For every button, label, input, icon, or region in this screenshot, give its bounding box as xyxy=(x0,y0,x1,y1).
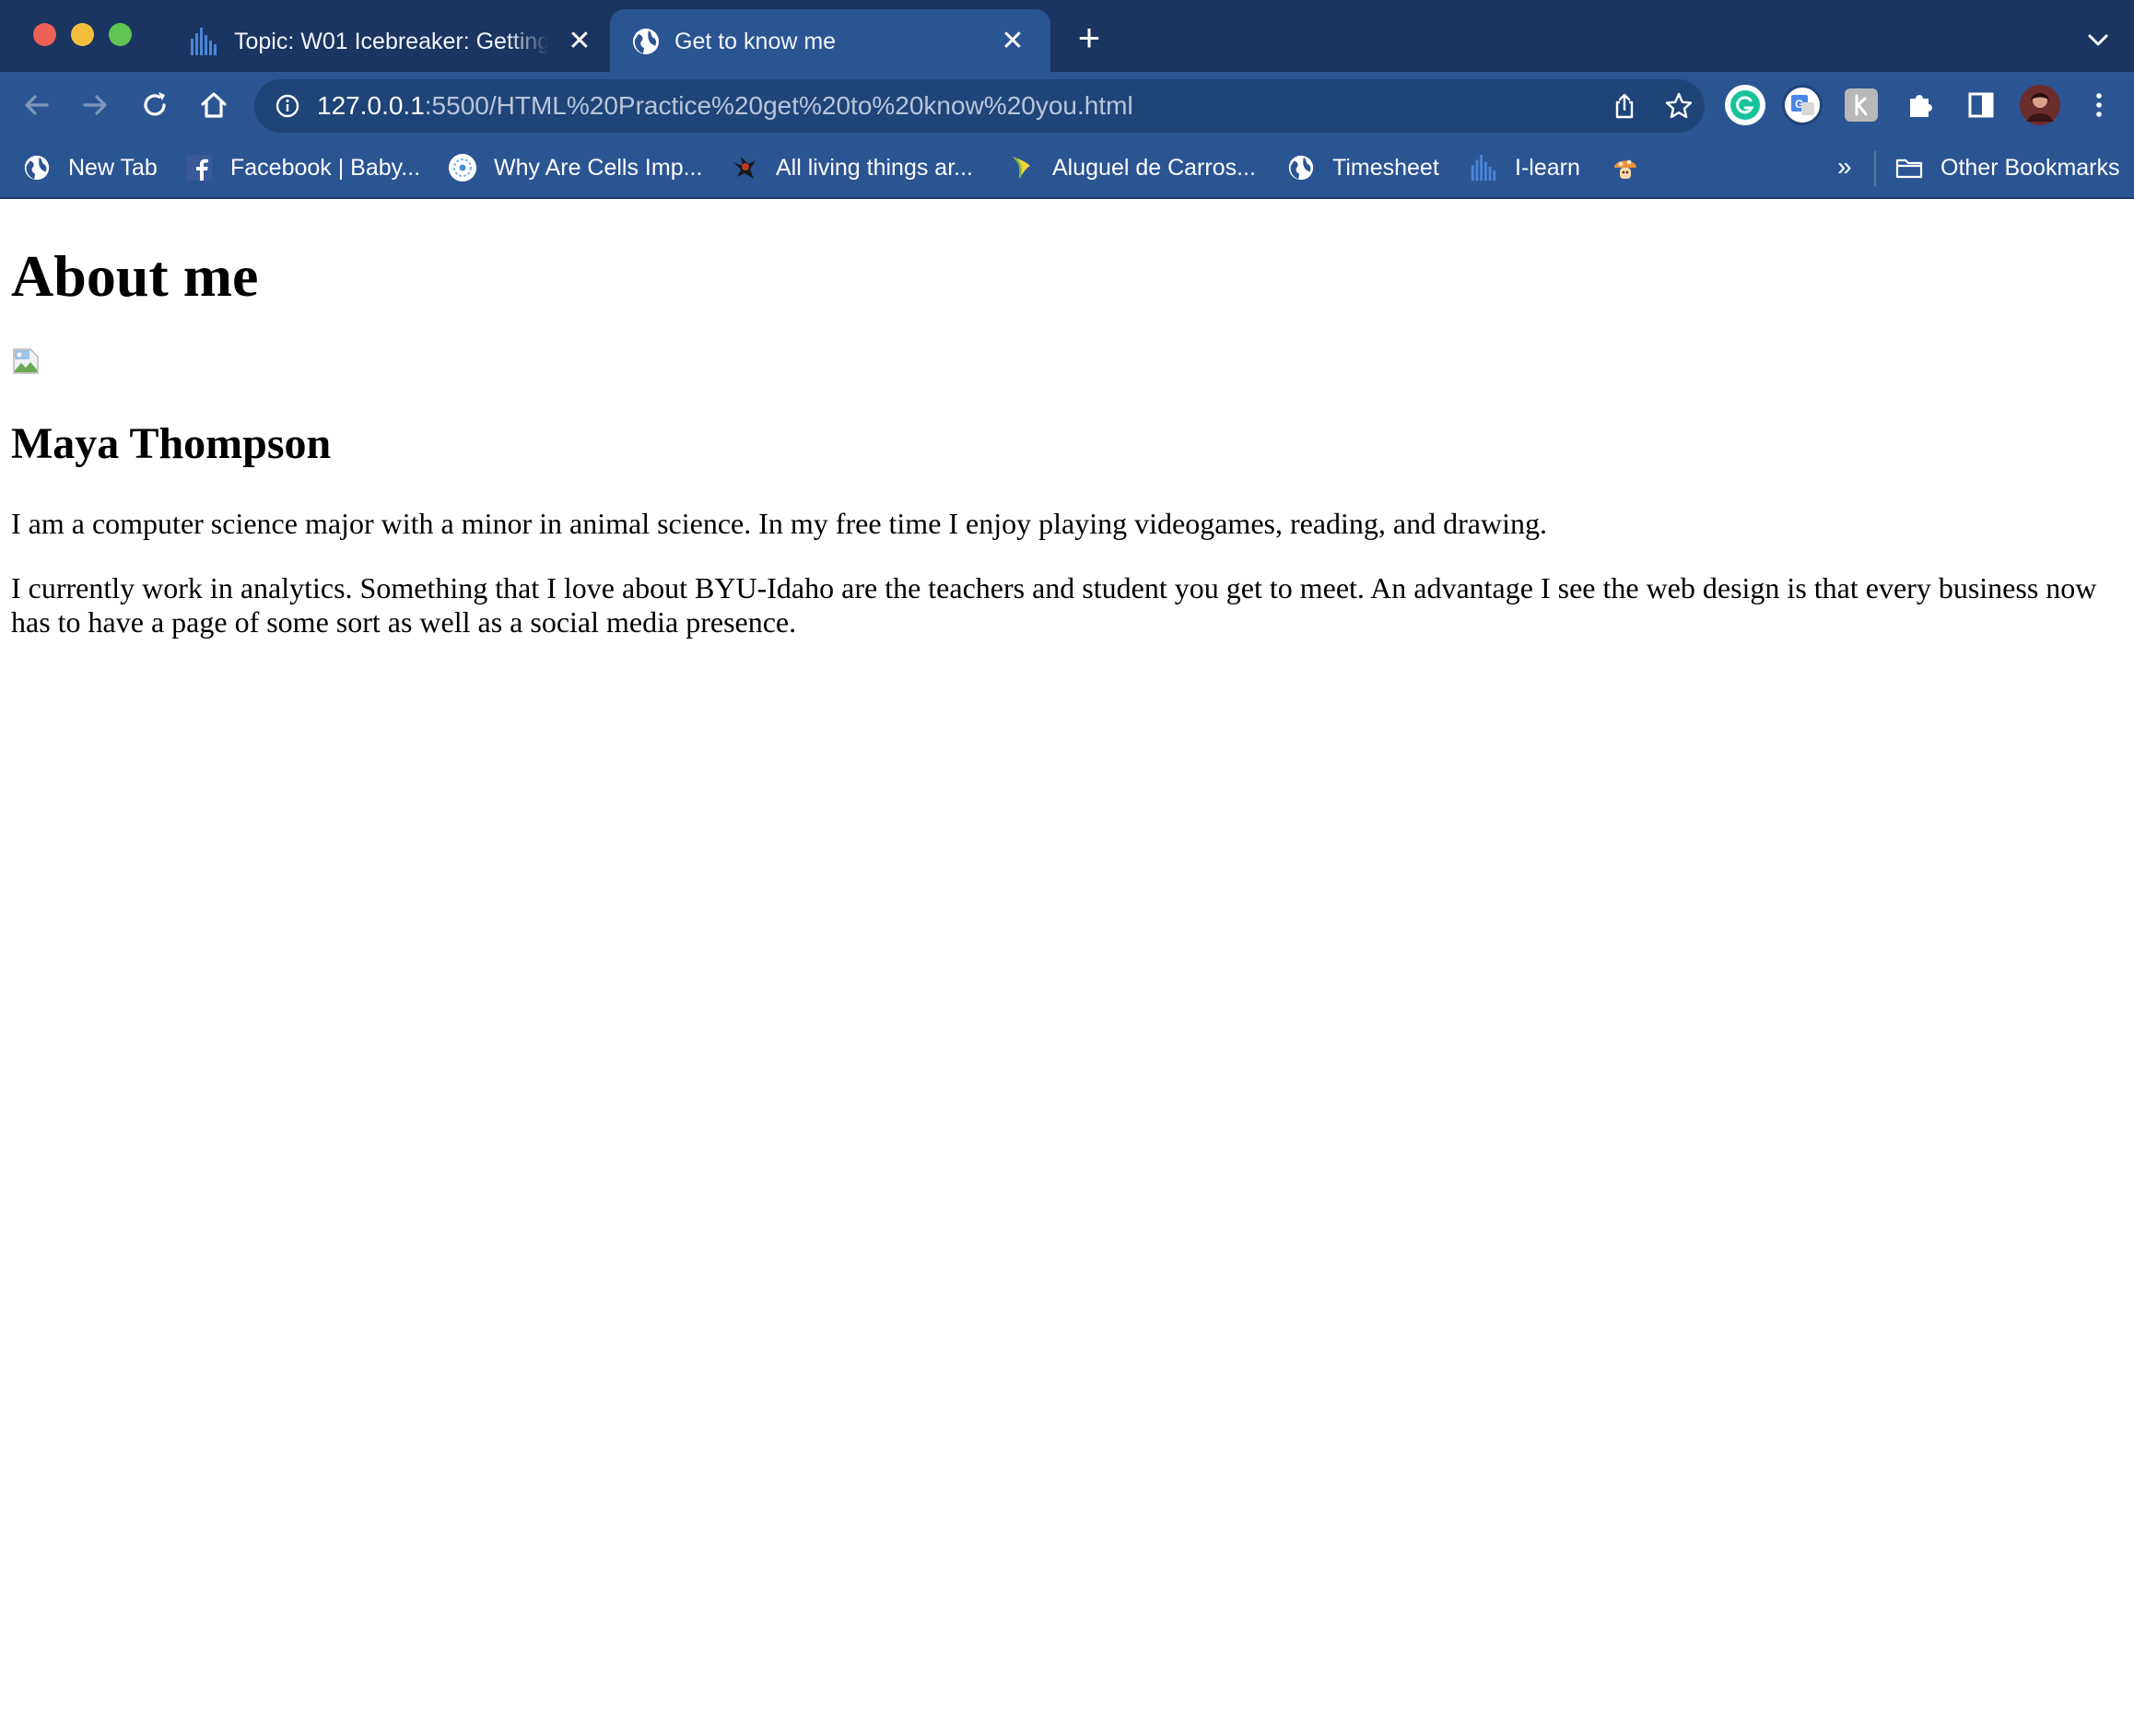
bookmarks-bar: New Tab Facebook | Baby... Why Are Cells… xyxy=(0,138,2134,199)
arrow-right-icon xyxy=(83,95,107,115)
bookmark-label: Timesheet xyxy=(1332,154,1439,181)
browser-chrome: Topic: W01 Icebreaker: Getting Acquainte… xyxy=(0,0,2134,199)
info-icon[interactable] xyxy=(275,93,300,119)
bookmarks-overflow-button[interactable]: » xyxy=(1837,151,1852,182)
tab-strip: Topic: W01 Icebreaker: Getting Acquainte… xyxy=(0,0,2134,72)
bird-icon xyxy=(733,157,756,179)
bookmark-new-tab[interactable]: New Tab xyxy=(22,149,158,186)
bookmark-mushroom[interactable] xyxy=(1611,149,1657,186)
url-text: 127.0.0.1:5500/HTML%20Practice%20get%20t… xyxy=(317,90,1133,122)
toolbar: 127.0.0.1:5500/HTML%20Practice%20get%20t… xyxy=(0,72,2134,138)
grammarly-extension-icon[interactable] xyxy=(1725,85,1765,125)
new-tab-button[interactable]: + xyxy=(1073,18,1106,57)
puzzle-piece-icon xyxy=(1910,95,1932,117)
bookmark-label: I-learn xyxy=(1515,154,1580,181)
grammarly-icon xyxy=(1730,90,1760,120)
globe-icon xyxy=(24,155,50,181)
bookmark-label: Why Are Cells Imp... xyxy=(494,154,703,181)
bookmark-aluguel-de-carros[interactable]: Aluguel de Carros... xyxy=(1006,149,1256,186)
globe-icon xyxy=(633,29,659,54)
home-icon xyxy=(201,92,227,118)
bio-paragraph: I am a computer science major with a min… xyxy=(11,507,1547,540)
tab-title: Get to know me xyxy=(674,29,837,54)
ilearn-bars-icon xyxy=(1471,154,1496,182)
home-button[interactable] xyxy=(195,87,232,123)
bio-paragraph: I currently work in analytics. Something… xyxy=(11,571,2097,639)
kebab-menu-icon xyxy=(2096,93,2102,117)
leaf-icon xyxy=(1012,157,1030,179)
kami-icon xyxy=(1855,94,1868,116)
arrow-left-icon xyxy=(25,95,49,115)
close-window-button[interactable] xyxy=(33,23,56,46)
bookmark-label: Aluguel de Carros... xyxy=(1052,154,1256,181)
person-name: Maya Thompson xyxy=(11,419,332,468)
kami-extension-icon[interactable] xyxy=(1845,88,1878,122)
close-tab-icon[interactable]: ✕ xyxy=(564,26,595,57)
folder-icon xyxy=(1895,158,1923,179)
profile-avatar[interactable] xyxy=(2020,85,2060,125)
back-button[interactable] xyxy=(18,87,55,123)
side-panel-icon xyxy=(1968,92,1994,118)
minimize-window-button[interactable] xyxy=(71,23,94,46)
cell-icon xyxy=(449,154,476,182)
avatar-icon xyxy=(2020,85,2060,125)
tab-title-fade xyxy=(507,24,549,59)
share-icon[interactable] xyxy=(1611,92,1638,120)
zoom-window-button[interactable] xyxy=(109,23,132,46)
other-bookmarks[interactable]: Other Bookmarks xyxy=(1894,149,2120,186)
bookmark-all-living-things[interactable]: All living things ar... xyxy=(730,149,973,186)
bookmarks-separator xyxy=(1874,151,1876,186)
chevron-down-icon[interactable] xyxy=(2084,26,2112,53)
ilearn-bars-icon xyxy=(191,28,217,55)
broken-image-icon xyxy=(13,348,39,374)
bookmark-facebook[interactable]: Facebook | Baby... xyxy=(184,149,420,186)
extensions-button[interactable] xyxy=(1902,87,1939,123)
reload-button[interactable] xyxy=(136,87,173,123)
page-heading: About me xyxy=(11,243,259,309)
url-host: 127.0.0.1 xyxy=(317,91,425,120)
globe-icon xyxy=(1288,155,1314,181)
bookmark-why-are-cells[interactable]: Why Are Cells Imp... xyxy=(448,149,702,186)
url-path: :5500/HTML%20Practice%20get%20to%20know%… xyxy=(424,91,1133,120)
reload-icon xyxy=(144,92,166,116)
facebook-icon xyxy=(186,155,212,181)
bookmark-timesheet[interactable]: Timesheet xyxy=(1286,149,1439,186)
other-bookmarks-label: Other Bookmarks xyxy=(1941,154,2120,181)
tab-title: Topic: W01 Icebreaker: Getting Acquainte… xyxy=(234,29,547,54)
bookmark-star-icon[interactable] xyxy=(1664,91,1694,121)
address-bar[interactable]: 127.0.0.1:5500/HTML%20Practice%20get%20t… xyxy=(254,79,1705,133)
forward-button[interactable] xyxy=(76,87,113,123)
tab-get-to-know-me[interactable]: Get to know me ✕ xyxy=(610,9,1050,72)
bookmark-label: New Tab xyxy=(68,154,158,181)
browser-menu-button[interactable] xyxy=(2081,87,2117,123)
close-tab-icon[interactable]: ✕ xyxy=(997,26,1028,57)
bookmark-label: Facebook | Baby... xyxy=(230,154,421,181)
google-translate-extension-icon[interactable]: G xyxy=(1782,85,1823,125)
bookmark-label: All living things ar... xyxy=(776,154,973,181)
side-panel-button[interactable] xyxy=(1963,87,1999,123)
translate-icon: G xyxy=(1791,95,1814,115)
mushroom-icon xyxy=(1614,159,1636,179)
tab-icebreaker[interactable]: Topic: W01 Icebreaker: Getting Acquainte… xyxy=(175,9,608,72)
bookmark-i-learn[interactable]: I-learn xyxy=(1469,149,1580,186)
